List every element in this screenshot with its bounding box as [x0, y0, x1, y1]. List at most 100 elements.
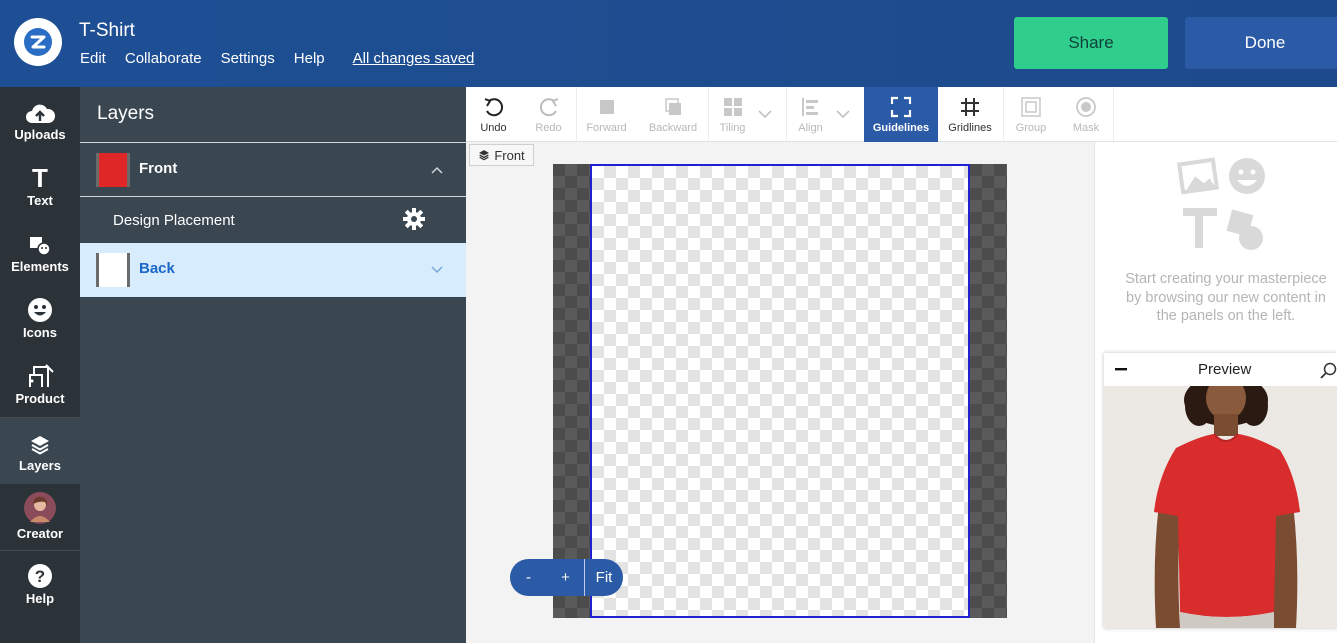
layers-icon [479, 150, 490, 161]
zoom-search-icon[interactable] [1320, 362, 1337, 379]
nav-elements-label: Elements [11, 259, 69, 274]
align-icon [801, 96, 821, 118]
empty-state-illustration [1176, 157, 1265, 250]
zoom-divider [584, 559, 585, 596]
tiling-label: Tiling [719, 121, 746, 134]
app-header: T-Shirt Edit Collaborate Settings Help A… [0, 0, 1337, 87]
redo-icon [538, 96, 560, 118]
tiling-icon [723, 96, 743, 118]
backward-label: Backward [648, 121, 698, 134]
toolbar-divider [1113, 87, 1114, 142]
nav-text-label: Text [27, 193, 53, 208]
preview-window: Preview [1104, 353, 1337, 628]
cloud-upload-icon [25, 99, 55, 125]
nav-text[interactable]: T Text [0, 165, 80, 208]
forward-icon [597, 96, 617, 118]
empty-state-message: Start creating your masterpiece by brows… [1125, 271, 1327, 324]
nav-creator[interactable]: Creator [0, 492, 80, 541]
left-nav: Uploads T Text Elements Icons Product La… [0, 87, 80, 643]
menu-edit[interactable]: Edit [80, 50, 106, 67]
undo-icon [483, 96, 505, 118]
preview-title: Preview [1198, 361, 1252, 378]
gridlines-button[interactable]: Gridlines [938, 87, 1002, 142]
gear-icon[interactable] [402, 207, 426, 231]
gridlines-icon [960, 96, 980, 118]
gridlines-label: Gridlines [948, 121, 992, 134]
group-icon [1020, 96, 1042, 118]
avatar [24, 492, 56, 524]
smiley-icon [27, 297, 53, 323]
zoom-fit-button[interactable]: Fit [585, 559, 623, 596]
elements-icon [27, 231, 53, 257]
nav-icons-label: Icons [23, 325, 57, 340]
chevron-down-icon[interactable] [431, 261, 443, 277]
zoom-control: - + Fit [510, 559, 623, 596]
backward-icon [663, 96, 683, 118]
zazzle-logo-icon [24, 28, 52, 56]
bleed-area-right [970, 164, 1007, 618]
group-button[interactable]: Group [1004, 87, 1058, 142]
design-artboard[interactable] [590, 164, 970, 618]
layers-icon [29, 430, 51, 456]
text-icon: T [32, 163, 48, 193]
nav-product-label: Product [15, 391, 65, 406]
zoom-out-button[interactable]: - [510, 559, 547, 596]
save-status-link[interactable]: All changes saved [353, 50, 475, 67]
forward-button[interactable]: Forward [579, 87, 634, 142]
toolbar-divider [576, 87, 577, 142]
layer-front[interactable]: Front [80, 143, 466, 195]
zazzle-logo[interactable] [14, 18, 62, 66]
redo-label: Redo [535, 121, 562, 134]
tshirt-model-image [1104, 386, 1337, 628]
design-placement-label[interactable]: Design Placement [113, 212, 235, 229]
product-title: T-Shirt [79, 20, 135, 41]
tiling-dropdown-chevron-icon[interactable] [758, 105, 772, 121]
tiling-button[interactable]: Tiling [710, 87, 755, 142]
nav-elements[interactable]: Elements [0, 231, 80, 274]
nav-help[interactable]: ? Help [0, 563, 80, 606]
nav-layers[interactable]: Layers [0, 418, 80, 484]
nav-creator-label: Creator [16, 526, 64, 541]
nav-icons[interactable]: Icons [0, 297, 80, 340]
undo-button[interactable]: Undo [466, 87, 521, 142]
mask-icon [1075, 96, 1097, 118]
header-menu: Edit Collaborate Settings Help All chang… [80, 50, 493, 67]
zoom-in-button[interactable]: + [547, 559, 584, 596]
nav-product[interactable]: Product [0, 363, 80, 406]
chevron-up-icon[interactable] [431, 161, 443, 177]
side-indicator-tag[interactable]: Front [469, 144, 534, 166]
side-indicator-label: Front [494, 147, 525, 163]
layer-front-thumbnail [96, 153, 130, 187]
nav-uploads-label: Uploads [14, 127, 66, 142]
align-button[interactable]: Align [788, 87, 833, 142]
align-dropdown-chevron-icon[interactable] [836, 105, 850, 121]
toolbar-divider [708, 87, 709, 142]
layer-back-label: Back [139, 260, 175, 277]
done-button[interactable]: Done [1185, 17, 1337, 69]
layers-divider [80, 196, 466, 197]
product-preview-image[interactable] [1104, 386, 1337, 628]
guidelines-button[interactable]: Guidelines [864, 87, 938, 142]
mask-button[interactable]: Mask [1058, 87, 1114, 142]
guidelines-icon [890, 96, 912, 118]
toolbar-divider [786, 87, 787, 142]
nav-divider [0, 550, 80, 551]
layers-panel: Layers Front Design Placement Back [80, 87, 466, 643]
menu-settings[interactable]: Settings [221, 50, 275, 67]
undo-label: Undo [480, 121, 507, 134]
preview-header: Preview [1104, 353, 1337, 386]
share-button[interactable]: Share [1014, 17, 1168, 69]
menu-collaborate[interactable]: Collaborate [125, 50, 202, 67]
group-label: Group [1015, 121, 1047, 134]
backward-button[interactable]: Backward [643, 87, 703, 142]
svg-text:?: ? [35, 567, 45, 586]
layer-back[interactable]: Back [80, 243, 466, 297]
layer-front-label: Front [139, 160, 178, 177]
minimize-icon[interactable] [1115, 368, 1127, 371]
bleed-area-left [553, 164, 590, 618]
nav-help-label: Help [25, 591, 55, 606]
help-icon: ? [27, 563, 53, 589]
redo-button[interactable]: Redo [521, 87, 576, 142]
nav-uploads[interactable]: Uploads [0, 99, 80, 142]
menu-help[interactable]: Help [294, 50, 325, 67]
